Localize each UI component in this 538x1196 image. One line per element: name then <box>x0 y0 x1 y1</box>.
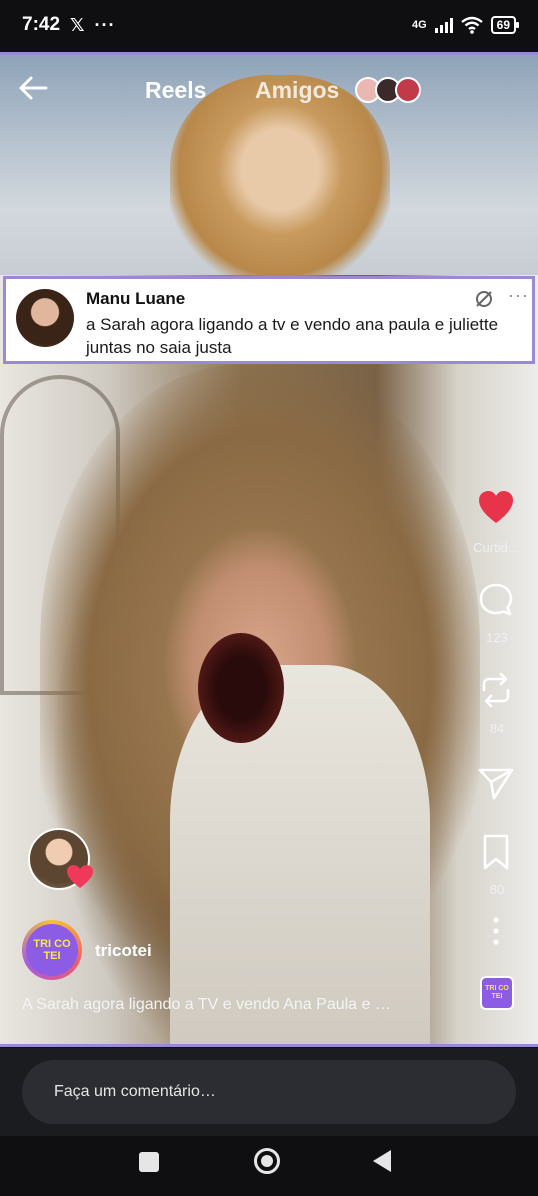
notification-more: ··· <box>94 14 116 35</box>
tab-amigos[interactable]: Amigos <box>255 77 339 104</box>
audio-thumbnail[interactable]: TRI CO TEI <box>480 976 514 1010</box>
comment-icon[interactable] <box>476 580 516 620</box>
status-bar: 7:42 𝕏 ··· 4G 69 <box>0 0 538 50</box>
post-text: a Sarah agora ligando a tv e vendo ana p… <box>86 315 499 357</box>
like-label: Curtid… <box>473 540 521 555</box>
reposts-count: 84 <box>489 721 505 736</box>
post-author[interactable]: Manu Luane <box>86 289 185 309</box>
home-circle-icon[interactable] <box>254 1148 280 1174</box>
clock: 7:42 <box>22 14 61 35</box>
back-arrow-icon[interactable] <box>16 70 52 106</box>
more-vertical-icon[interactable] <box>476 914 516 948</box>
reel-video[interactable] <box>0 52 538 1047</box>
wifi-icon <box>460 16 483 34</box>
friend-avatar <box>395 77 421 103</box>
heart-badge-icon <box>67 865 93 888</box>
channel-name[interactable]: tricotei <box>95 941 152 961</box>
heart-icon[interactable] <box>476 488 516 528</box>
comment-bar: Faça um comentário… <box>0 1048 538 1136</box>
system-nav-bar <box>0 1136 538 1196</box>
more-options-icon[interactable]: ··· <box>508 285 529 306</box>
post-card[interactable]: Manu Luane a Sarah agora ligando a tv e … <box>3 276 535 364</box>
comment-input[interactable]: Faça um comentário… <box>22 1060 516 1124</box>
status-right: 4G 69 <box>411 16 520 34</box>
avatar[interactable] <box>16 289 74 347</box>
repost-icon[interactable] <box>476 670 516 710</box>
back-triangle-icon[interactable] <box>373 1150 391 1172</box>
share-send-icon[interactable] <box>476 762 516 802</box>
video-mouth <box>198 633 284 743</box>
saves-count: 80 <box>489 882 505 897</box>
channel-logo-text: TRI CO TEI <box>26 924 78 976</box>
x-logo-icon: 𝕏 <box>70 14 85 35</box>
signal-icon <box>434 17 453 33</box>
status-left: 7:42 𝕏 ··· <box>22 14 116 36</box>
friend-avatars[interactable] <box>355 77 425 105</box>
bookmark-icon[interactable] <box>476 832 516 872</box>
mute-icon[interactable] <box>474 289 494 309</box>
battery-icon: 69 <box>490 16 520 34</box>
reel-caption[interactable]: A Sarah agora ligando a TV e vendo Ana P… <box>22 996 452 1014</box>
tab-reels[interactable]: Reels <box>145 77 206 104</box>
video-person-top <box>170 75 390 285</box>
channel-avatar[interactable]: TRI CO TEI <box>22 920 82 980</box>
comments-count: 123 <box>486 630 508 645</box>
recents-square-icon[interactable] <box>139 1152 159 1172</box>
network-type: 4G <box>411 18 427 31</box>
